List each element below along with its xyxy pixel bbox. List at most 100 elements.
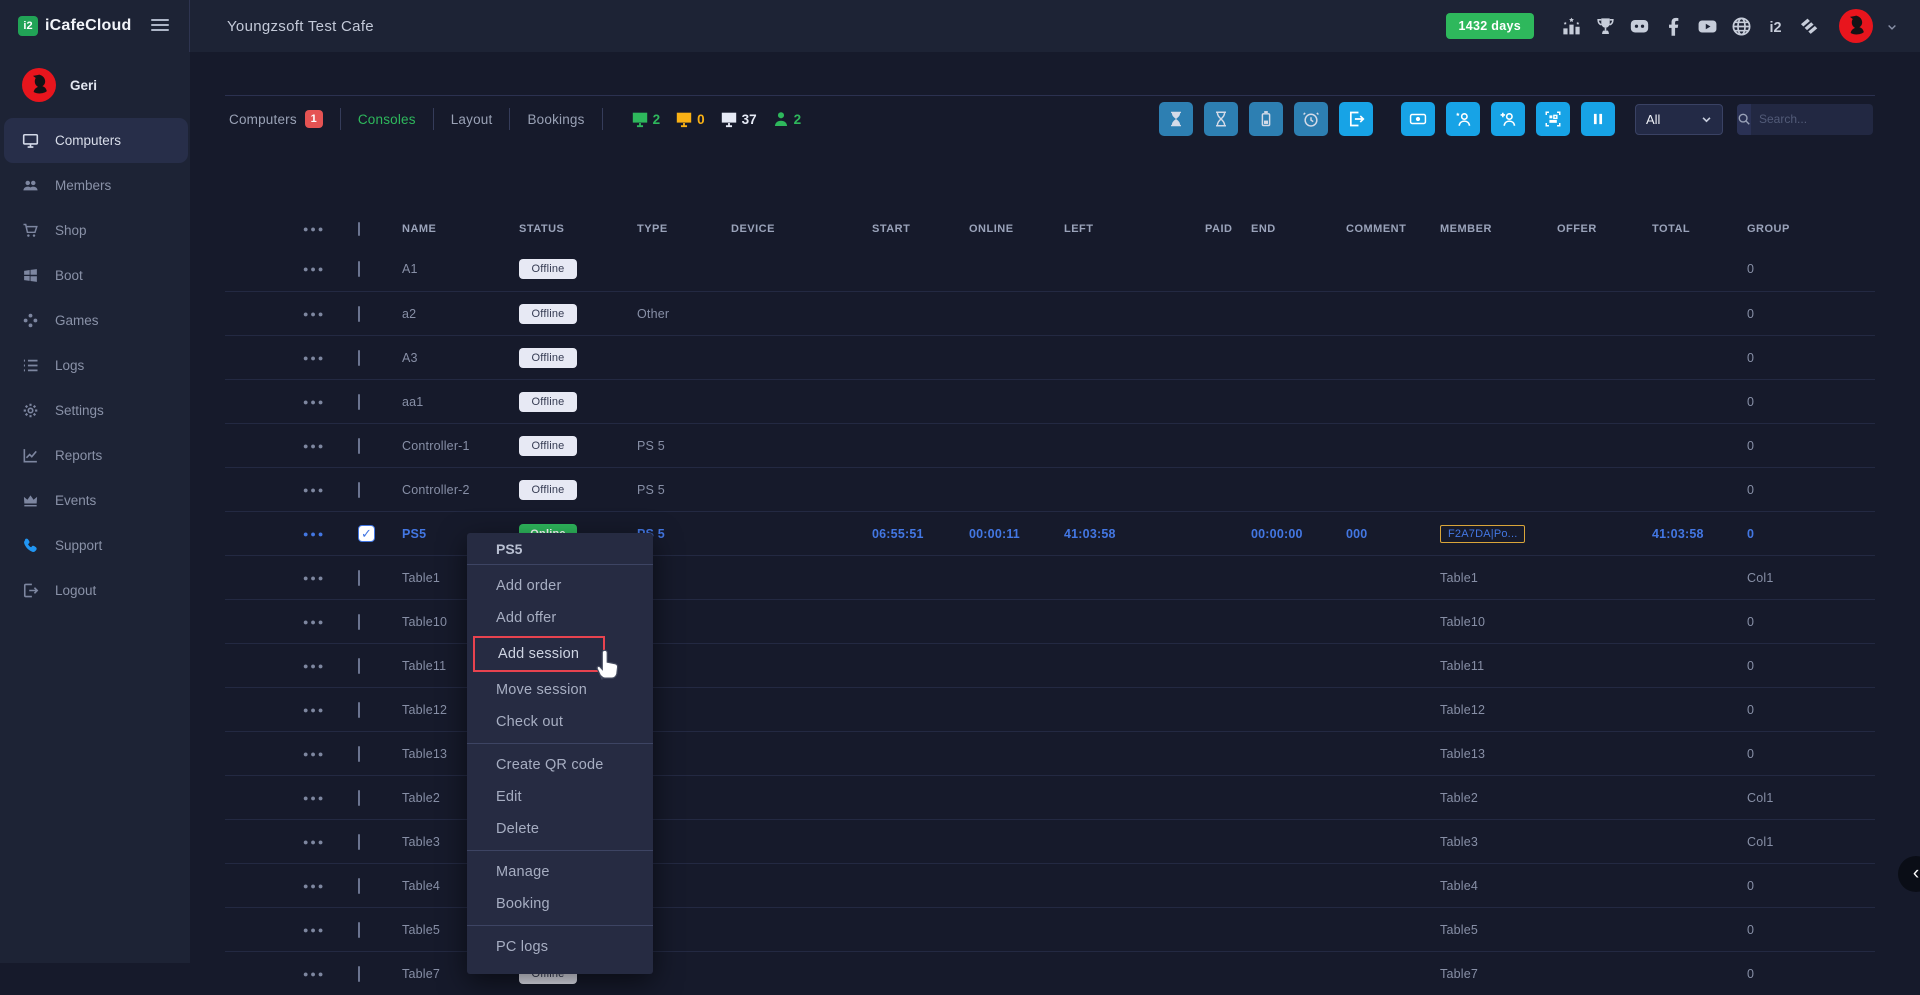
- youngzsoft-icon[interactable]: [1799, 16, 1820, 37]
- row-checkbox[interactable]: [358, 790, 360, 806]
- chevron-down-icon[interactable]: [1886, 20, 1898, 32]
- row-actions-icon[interactable]: ●●●: [303, 264, 358, 274]
- member-add-button[interactable]: [1491, 102, 1525, 136]
- sidebar-item-events[interactable]: Events: [0, 478, 190, 523]
- header-row-actions-icon[interactable]: ●●●: [303, 224, 358, 234]
- column-header[interactable]: ONLINE: [969, 223, 1064, 235]
- sidebar-item-games[interactable]: Games: [0, 298, 190, 343]
- menu-item-add-offer[interactable]: Add offer: [467, 602, 653, 634]
- column-header[interactable]: TYPE: [637, 223, 731, 235]
- menu-item-move-session[interactable]: Move session: [467, 674, 653, 706]
- column-header[interactable]: LEFT: [1064, 223, 1205, 235]
- menu-item-booking[interactable]: Booking: [467, 888, 653, 920]
- row-checkbox[interactable]: [358, 350, 360, 366]
- trophy-icon[interactable]: [1595, 16, 1616, 37]
- column-header[interactable]: COMMENT: [1346, 223, 1440, 235]
- row-actions-icon[interactable]: ●●●: [303, 661, 358, 671]
- hourglass-filled-button[interactable]: [1159, 102, 1193, 136]
- menu-item-add-session[interactable]: Add session: [473, 636, 605, 672]
- globe-icon[interactable]: [1731, 16, 1752, 37]
- row-checkbox[interactable]: [358, 834, 360, 850]
- table-row[interactable]: ●●●A1Offline0: [225, 247, 1875, 291]
- row-checkbox[interactable]: ✓: [358, 525, 375, 542]
- column-header[interactable]: MEMBER: [1440, 223, 1557, 235]
- youtube-icon[interactable]: [1697, 16, 1718, 37]
- battery-button[interactable]: [1249, 102, 1283, 136]
- row-actions-icon[interactable]: ●●●: [303, 749, 358, 759]
- row-checkbox[interactable]: [358, 878, 360, 894]
- tab-consoles[interactable]: Consoles: [354, 112, 420, 127]
- ranking-icon[interactable]: [1561, 16, 1582, 37]
- menu-item-create-qr-code[interactable]: Create QR code: [467, 749, 653, 781]
- row-actions-icon[interactable]: ●●●: [303, 485, 358, 495]
- row-actions-icon[interactable]: ●●●: [303, 441, 358, 451]
- menu-item-edit[interactable]: Edit: [467, 781, 653, 813]
- user-avatar-small[interactable]: [22, 68, 56, 102]
- table-row[interactable]: ●●●a2OfflineOther0: [225, 291, 1875, 335]
- column-header[interactable]: STATUS: [519, 223, 637, 235]
- sidebar-item-shop[interactable]: Shop: [0, 208, 190, 253]
- select-all-checkbox[interactable]: [358, 222, 360, 236]
- search-input[interactable]: [1751, 104, 1873, 135]
- sidebar-item-logs[interactable]: Logs: [0, 343, 190, 388]
- column-header[interactable]: GROUP: [1747, 223, 1875, 235]
- table-row[interactable]: ●●●Controller-1OfflinePS 50: [225, 423, 1875, 467]
- qr-code-button[interactable]: [1536, 102, 1570, 136]
- column-header[interactable]: DEVICE: [731, 223, 872, 235]
- column-header[interactable]: NAME: [402, 223, 519, 235]
- discord-icon[interactable]: [1629, 16, 1650, 37]
- icafe-logo-icon[interactable]: i2: [1765, 16, 1786, 37]
- table-row[interactable]: ●●●A3Offline0: [225, 335, 1875, 379]
- sidebar-item-boot[interactable]: Boot: [0, 253, 190, 298]
- sidebar-item-computers[interactable]: Computers: [4, 118, 188, 163]
- filter-select[interactable]: All: [1635, 104, 1723, 135]
- menu-item-delete[interactable]: Delete: [467, 813, 653, 845]
- row-actions-icon[interactable]: ●●●: [303, 705, 358, 715]
- column-header[interactable]: END: [1251, 223, 1346, 235]
- row-checkbox[interactable]: [358, 438, 360, 454]
- sidebar-item-logout[interactable]: Logout: [0, 568, 190, 613]
- row-actions-icon[interactable]: ●●●: [303, 837, 358, 847]
- table-row[interactable]: ●●●Controller-2OfflinePS 50: [225, 467, 1875, 511]
- member-tag[interactable]: F2A7DA|Po...: [1440, 525, 1525, 543]
- alarm-clock-button[interactable]: [1294, 102, 1328, 136]
- row-actions-icon[interactable]: ●●●: [303, 969, 358, 979]
- menu-item-add-order[interactable]: Add order: [467, 570, 653, 602]
- row-checkbox[interactable]: [358, 702, 360, 718]
- row-actions-icon[interactable]: ●●●: [303, 793, 358, 803]
- tab-computers[interactable]: Computers1: [225, 110, 327, 128]
- column-header[interactable]: OFFER: [1557, 223, 1652, 235]
- row-checkbox[interactable]: [358, 966, 360, 982]
- column-header[interactable]: START: [872, 223, 969, 235]
- days-remaining-badge[interactable]: 1432 days: [1446, 13, 1534, 39]
- tab-bookings[interactable]: Bookings: [523, 112, 588, 127]
- tab-layout[interactable]: Layout: [447, 112, 497, 127]
- facebook-icon[interactable]: [1663, 16, 1684, 37]
- menu-item-manage[interactable]: Manage: [467, 856, 653, 888]
- row-checkbox[interactable]: [358, 746, 360, 762]
- row-actions-icon[interactable]: ●●●: [303, 353, 358, 363]
- menu-item-pc-logs[interactable]: PC logs: [467, 931, 653, 963]
- row-actions-icon[interactable]: ●●●: [303, 573, 358, 583]
- row-actions-icon[interactable]: ●●●: [303, 397, 358, 407]
- row-actions-icon[interactable]: ●●●: [303, 529, 358, 539]
- row-checkbox[interactable]: [358, 614, 360, 630]
- row-checkbox[interactable]: [358, 394, 360, 410]
- row-checkbox[interactable]: [358, 261, 360, 277]
- session-exit-button[interactable]: [1339, 102, 1373, 136]
- sidebar-item-reports[interactable]: Reports: [0, 433, 190, 478]
- row-checkbox[interactable]: [358, 922, 360, 938]
- row-actions-icon[interactable]: ●●●: [303, 617, 358, 627]
- menu-item-check-out[interactable]: Check out: [467, 706, 653, 738]
- user-avatar[interactable]: [1839, 9, 1873, 43]
- sidebar-item-members[interactable]: Members: [0, 163, 190, 208]
- hamburger-menu-icon[interactable]: [151, 19, 169, 34]
- table-row[interactable]: ●●●aa1Offline0: [225, 379, 1875, 423]
- row-actions-icon[interactable]: ●●●: [303, 881, 358, 891]
- column-header[interactable]: PAID: [1205, 223, 1251, 235]
- row-checkbox[interactable]: [358, 482, 360, 498]
- column-header[interactable]: TOTAL: [1652, 223, 1747, 235]
- hourglass-button[interactable]: [1204, 102, 1238, 136]
- pause-button[interactable]: [1581, 102, 1615, 136]
- row-checkbox[interactable]: [358, 570, 360, 586]
